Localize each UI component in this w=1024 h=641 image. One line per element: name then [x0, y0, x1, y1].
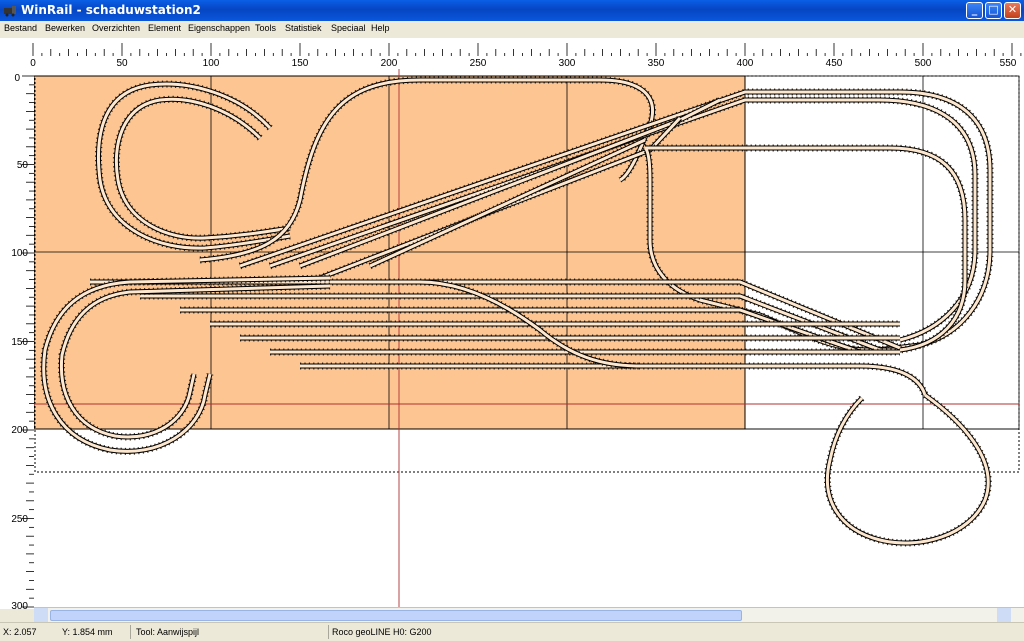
status-track-system: Roco geoLINE H0: G200	[332, 627, 432, 637]
menu-help[interactable]: Help	[371, 23, 390, 33]
status-y-coordinate: Y: 1.854 mm	[62, 627, 113, 637]
ruler-label-y-150: 150	[11, 337, 28, 348]
ruler-label-y-200: 200	[11, 425, 28, 436]
ruler-label-x-0: 0	[30, 58, 36, 69]
status-bar: X: 2.057 Y: 1.854 mm Tool: Aanwijspijl R…	[0, 622, 1024, 641]
winrail-app-icon	[4, 6, 16, 17]
ruler-label-y-100: 100	[11, 248, 28, 259]
scroll-right-arrow[interactable]	[997, 608, 1011, 622]
ruler-label-x-500: 500	[915, 58, 932, 69]
ruler-label-x-400: 400	[737, 58, 754, 69]
ruler-label-x-300: 300	[559, 58, 576, 69]
track-bottom-right-loop-layer	[825, 393, 990, 545]
horizontal-scrollbar[interactable]	[34, 607, 1024, 622]
ruler-label-y-50: 50	[17, 160, 29, 171]
ruler-label-x-200: 200	[381, 58, 398, 69]
menu-statistiek[interactable]: Statistiek	[285, 23, 322, 33]
status-divider	[130, 625, 131, 639]
ruler-label-y-250: 250	[11, 514, 28, 525]
ruler-label-x-100: 100	[203, 58, 220, 69]
secondary-board-outline	[744, 75, 1020, 430]
ruler-label-x-150: 150	[292, 58, 309, 69]
ruler-label-x-450: 450	[826, 58, 843, 69]
ruler-label-x-250: 250	[470, 58, 487, 69]
horizontal-scroll-thumb[interactable]	[50, 610, 742, 621]
scroll-left-arrow[interactable]	[34, 608, 48, 622]
status-x-coordinate: X: 2.057	[3, 627, 37, 637]
menu-eigenschappen[interactable]: Eigenschappen	[188, 23, 250, 33]
menu-overzichten[interactable]: Overzichten	[92, 23, 140, 33]
menu-bewerken[interactable]: Bewerken	[45, 23, 85, 33]
track-bottom-right-loop-layer	[823, 392, 992, 547]
status-divider	[328, 625, 329, 639]
ruler-label-y-300: 300	[11, 601, 28, 609]
ruler-label-y-0: 0	[14, 73, 20, 84]
track-bottom-right-loop	[827, 395, 988, 543]
status-tool: Tool: Aanwijspijl	[136, 627, 200, 637]
ruler-label-x-350: 350	[648, 58, 665, 69]
ruler-label-x-50: 50	[116, 58, 128, 69]
vertical-ruler: 0 50 100 150 200 250 300	[0, 69, 34, 612]
layout-canvas[interactable]	[34, 69, 1024, 609]
menu-speciaal[interactable]: Speciaal	[331, 23, 366, 33]
ruler-label-x-550: 550	[1000, 58, 1017, 69]
menu-bestand[interactable]: Bestand	[4, 23, 37, 33]
horizontal-ruler: 0 50 100 150 200 250 300 350 400 450 500…	[0, 38, 1024, 69]
close-button[interactable]: ✕	[1004, 2, 1021, 19]
track-bottom-right-loop-layer	[824, 392, 991, 546]
menu-tools[interactable]: Tools	[255, 23, 276, 33]
maximize-button[interactable]: □	[985, 2, 1002, 19]
title-bar: WinRail - schaduwstation2 _ □ ✕	[0, 0, 1024, 21]
minimize-button[interactable]: _	[966, 2, 983, 19]
menu-bar: Bestand Bewerken Overzichten Element Eig…	[0, 21, 1024, 38]
menu-element[interactable]: Element	[148, 23, 181, 33]
window-title: WinRail - schaduwstation2	[21, 3, 201, 17]
